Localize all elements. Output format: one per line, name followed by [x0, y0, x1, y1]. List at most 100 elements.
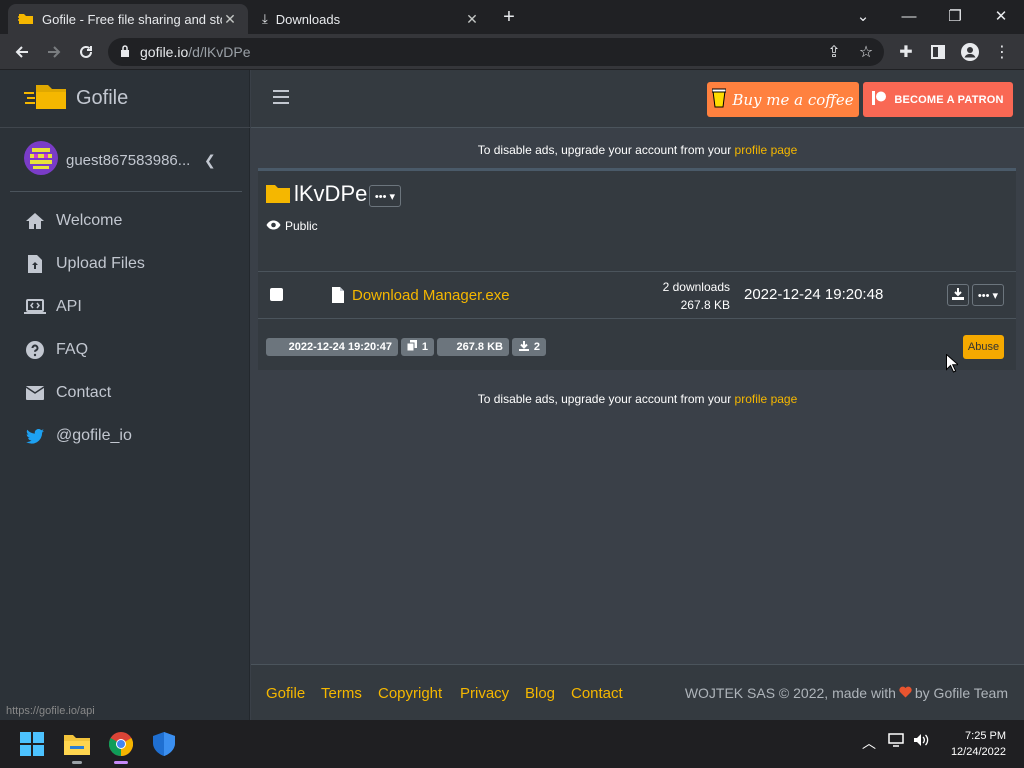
address-bar[interactable]: gofile.io/d/lKvDPe [108, 38, 884, 66]
running-indicator [72, 761, 82, 764]
mouse-cursor-icon [946, 353, 960, 378]
tab-gofile[interactable]: Gofile - Free file sharing and stor ✕ [8, 4, 248, 34]
url-path: /d/lKvDPe [188, 44, 251, 60]
sidebar-item-label: API [56, 298, 82, 315]
network-icon[interactable] [888, 733, 904, 750]
footer-link-terms[interactable]: Terms [321, 685, 362, 702]
created-date-badge: 2022-12-24 19:20:47 [266, 338, 398, 356]
system-clock[interactable]: 7:25 PM 12/24/2022 [951, 728, 1006, 760]
ad-notice-top: To disable ads, upgrade your account fro… [251, 143, 1024, 157]
download-icon [952, 287, 964, 303]
coffee-cup-icon [711, 88, 727, 112]
lock-icon [120, 44, 130, 60]
sidebar-item-upload-files[interactable]: Upload Files [24, 249, 145, 279]
copyright-prefix: WOJTEK SAS © 2022, made with [684, 685, 896, 701]
tab-search-icon[interactable]: ⌄ [840, 0, 886, 32]
total-size-badge: 267.8 KB [437, 338, 509, 356]
ad-notice-bottom: To disable ads, upgrade your account fro… [251, 392, 1024, 406]
created-date: 2022-12-24 19:20:47 [288, 341, 392, 353]
brand-link[interactable]: Gofile [0, 70, 250, 128]
file-download-button[interactable] [947, 284, 969, 306]
laptop-code-icon [24, 297, 46, 317]
sidebar-item-twitter[interactable]: @gofile_io [24, 421, 132, 451]
tab-close-icon[interactable]: ✕ [464, 11, 480, 28]
side-panel-icon[interactable] [926, 40, 950, 64]
tab-close-icon[interactable]: ✕ [222, 11, 238, 28]
file-row[interactable]: Download Manager.exe 2 downloads 267.8 K… [258, 271, 1016, 319]
download-icon: ⤓ [262, 11, 268, 26]
forward-icon[interactable] [42, 40, 66, 64]
sidebar-item-label: @gofile_io [56, 427, 132, 444]
file-name-link[interactable]: Download Manager.exe [352, 287, 510, 304]
visibility-status: Public [266, 219, 318, 233]
visibility-label: Public [285, 219, 318, 233]
file-download-count: 2 downloads [662, 280, 730, 294]
user-panel[interactable]: guest867583986... ❮ [0, 128, 250, 192]
copy-icon [406, 340, 417, 354]
volume-icon[interactable] [913, 733, 930, 750]
profile-page-link[interactable]: profile page [735, 143, 798, 157]
status-bar-url: https://gofile.io/api [0, 702, 101, 720]
profile-icon[interactable] [958, 40, 982, 64]
sidebar-item-label: Contact [56, 384, 112, 401]
back-icon[interactable] [10, 40, 34, 64]
footer-link-blog[interactable]: Blog [525, 685, 555, 702]
chevron-up-icon[interactable]: ︿ [862, 733, 876, 753]
hamburger-menu-icon[interactable] [273, 90, 289, 104]
heart-icon [899, 685, 912, 701]
sidebar-item-label: Welcome [56, 212, 123, 229]
footer-copyright: WOJTEK SAS © 2022, made with by Gofile T… [685, 685, 1008, 701]
divider [10, 191, 242, 192]
buy-me-a-coffee-button[interactable]: Buy me a coffee [707, 82, 859, 117]
sidebar-item-faq[interactable]: FAQ [24, 335, 88, 365]
patron-label: BECOME A PATRON [894, 93, 1004, 106]
windows-start-icon[interactable] [18, 730, 46, 758]
clock-time: 7:25 PM [965, 730, 1006, 742]
tab-title: Gofile - Free file sharing and stor [42, 11, 222, 27]
sidebar-item-welcome[interactable]: Welcome [24, 206, 122, 236]
brand-name: Gofile [76, 87, 129, 109]
footer-link-contact[interactable]: Contact [571, 685, 623, 702]
sidebar-item-contact[interactable]: Contact [24, 378, 111, 408]
restore-button[interactable]: ❐ [932, 0, 978, 32]
windows-security-icon[interactable] [150, 730, 178, 758]
close-window-button[interactable]: ✕ [978, 0, 1024, 32]
chrome-icon[interactable] [107, 730, 135, 764]
reload-icon[interactable] [74, 40, 98, 64]
profile-page-link[interactable]: profile page [735, 392, 798, 406]
file-upload-icon [24, 254, 46, 274]
total-downloads-badge: 2 [512, 338, 546, 356]
folder-icon [266, 183, 290, 208]
share-icon[interactable]: ⇪ [822, 40, 846, 64]
footer: Gofile Terms Copyright Privacy Blog Cont… [251, 664, 1024, 720]
twitter-icon [24, 426, 46, 446]
patreon-icon [872, 91, 887, 108]
file-menu-button[interactable]: ••• ▾ [972, 284, 1004, 306]
tab-downloads[interactable]: ⤓ Downloads ✕ [252, 4, 490, 34]
extensions-icon[interactable]: ✚ [894, 40, 918, 64]
main-header: Buy me a coffee BECOME A PATRON [251, 70, 1024, 128]
download-icon [518, 340, 529, 354]
footer-link-gofile[interactable]: Gofile [266, 685, 305, 702]
footer-link-copyright[interactable]: Copyright [378, 685, 442, 702]
gofile-logo-icon [24, 81, 68, 116]
new-tab-button[interactable]: + [498, 6, 520, 28]
total-downloads: 2 [533, 341, 540, 353]
active-indicator [114, 761, 128, 764]
file-select-checkbox[interactable] [270, 288, 283, 301]
copyright-suffix: by Gofile Team [914, 685, 1008, 701]
kebab-menu-icon[interactable]: ⋮ [990, 40, 1014, 64]
eye-icon [266, 219, 281, 233]
envelope-icon [24, 383, 46, 403]
user-name: guest867583986... [66, 151, 191, 169]
become-a-patron-button[interactable]: BECOME A PATRON [863, 82, 1013, 117]
minimize-button[interactable]: — [886, 0, 932, 32]
file-explorer-icon[interactable] [63, 730, 91, 764]
chevron-left-icon[interactable]: ❮ [204, 152, 216, 169]
abuse-button[interactable]: Abuse [963, 335, 1004, 359]
url-host: gofile.io [140, 44, 189, 60]
folder-menu-button[interactable]: ••• ▾ [369, 185, 401, 207]
footer-link-privacy[interactable]: Privacy [460, 685, 509, 702]
sidebar-item-api[interactable]: API [24, 292, 82, 322]
bookmark-star-icon[interactable]: ☆ [854, 40, 878, 64]
